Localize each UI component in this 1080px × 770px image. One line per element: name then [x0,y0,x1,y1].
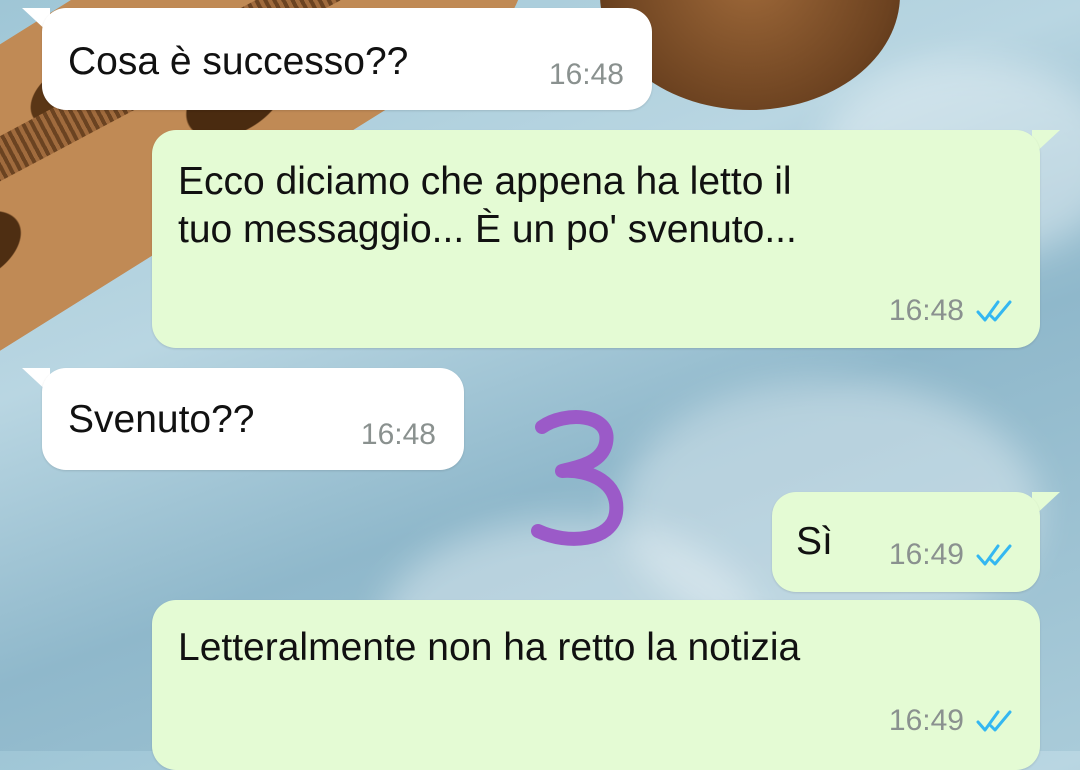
message-outgoing[interactable]: Sì 16:49 [772,492,1040,592]
message-outgoing[interactable]: Ecco diciamo che appena ha letto il tuo … [152,130,1040,348]
message-time: 16:49 [888,538,964,571]
message-text: Letteralmente non ha retto la notizia [178,626,801,669]
message-meta: 16:48 [889,294,1018,328]
message-incoming[interactable]: Svenuto?? 16:48 [42,368,464,470]
message-meta: 16:49 [889,704,1018,738]
message-incoming[interactable]: Cosa è successo?? 16:48 [42,8,652,110]
handwritten-number-mark: 3 [520,405,630,555]
message-text: Sì [796,520,833,563]
message-meta: 16:48 [361,418,436,452]
message-meta: 16:49 [889,538,1018,572]
message-time: 16:49 [888,704,964,737]
double-check-icon [976,708,1018,734]
double-check-icon [976,298,1018,324]
message-text: Ecco diciamo che appena ha letto il tuo … [178,160,797,251]
message-time: 16:48 [548,58,624,91]
message-time: 16:48 [888,294,964,327]
message-outgoing[interactable]: Letteralmente non ha retto la notizia 16… [152,600,1040,770]
message-meta: 16:48 [549,58,624,92]
double-check-icon [976,542,1018,568]
message-time: 16:48 [360,418,436,451]
message-text: Cosa è successo?? [68,40,409,83]
message-text: Svenuto?? [68,398,255,441]
